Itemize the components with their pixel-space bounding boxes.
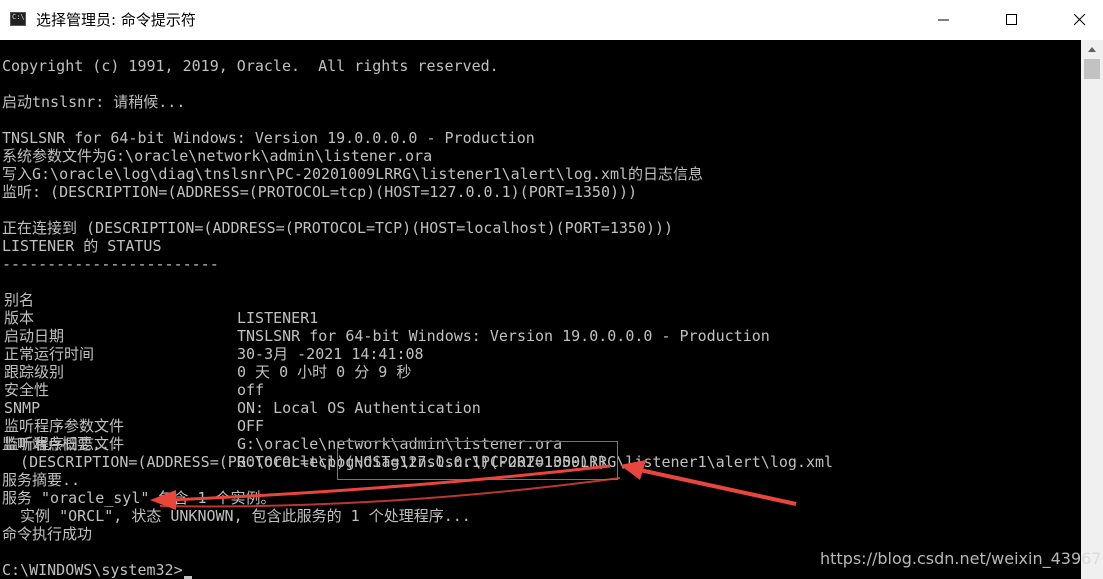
console-line: 服务 "oracle_syl" 包含 1 个实例。 xyxy=(2,489,276,507)
scroll-up-arrow-icon[interactable] xyxy=(1081,40,1103,58)
status-row: 启动日期 30-3月 -2021 14:41:08 xyxy=(2,309,1062,363)
status-row: SNMP OFF xyxy=(2,381,1062,435)
cmd-icon xyxy=(10,12,26,26)
console-separator: ------------------------ xyxy=(2,255,219,273)
status-row: 监听程序日志文件 G:\oracle\log\diag\tnslsnr\PC-2… xyxy=(2,417,1062,471)
minimize-button[interactable] xyxy=(921,0,967,40)
watermark: https://blog.csdn.net/weixin_43967679 xyxy=(820,549,1103,568)
window-title: 选择管理员: 命令提示符 xyxy=(36,11,196,29)
console-line: 实例 "ORCL", 状态 UNKNOWN, 包含此服务的 1 个处理程序... xyxy=(2,507,471,525)
prompt-text: C:\WINDOWS\system32> xyxy=(2,561,183,579)
console-line: 服务摘要.. xyxy=(2,471,81,489)
console-line: 写入G:\oracle\log\diag\tnslsnr\PC-20201009… xyxy=(2,165,704,183)
status-row: 正常运行时间 0 天 0 小时 0 分 9 秒 xyxy=(2,327,1062,381)
close-button[interactable] xyxy=(1057,0,1103,40)
console-line: 命令执行成功 xyxy=(2,525,93,543)
title-bar[interactable]: 选择管理员: 命令提示符 xyxy=(0,0,1103,40)
console-line: 监听端点概要... xyxy=(2,435,120,453)
console-line: Copyright (c) 1991, 2019, Oracle. All ri… xyxy=(2,57,499,75)
status-row: 监听程序参数文件 G:\oracle\network\admin\listene… xyxy=(2,399,1062,453)
minimize-icon xyxy=(938,19,949,21)
status-row: 别名 LISTENER1 xyxy=(2,273,1062,327)
console-line: LISTENER 的 STATUS xyxy=(2,237,162,255)
status-row: 安全性 ON: Local OS Authentication xyxy=(2,363,1062,417)
maximize-icon xyxy=(1006,14,1017,25)
status-row: 版本 TNSLSNR for 64-bit Windows: Version 1… xyxy=(2,291,1062,345)
highlight-box xyxy=(337,441,618,480)
vertical-scrollbar[interactable] xyxy=(1081,40,1103,579)
maximize-button[interactable] xyxy=(989,0,1035,40)
scroll-thumb[interactable] xyxy=(1084,59,1100,79)
console-line: 监听: (DESCRIPTION=(ADDRESS=(PROTOCOL=tcp)… xyxy=(2,183,638,201)
console-output[interactable]: Copyright (c) 1991, 2019, Oracle. All ri… xyxy=(0,40,1081,579)
status-row: 跟踪级别 off xyxy=(2,345,1062,399)
command-prompt[interactable]: C:\WINDOWS\system32> xyxy=(2,561,192,579)
console-line: TNSLSNR for 64-bit Windows: Version 19.0… xyxy=(2,129,535,147)
console-line: 正在连接到 (DESCRIPTION=(ADDRESS=(PROTOCOL=TC… xyxy=(2,219,674,237)
console-line: 启动tnslsnr: 请稍候... xyxy=(2,93,186,111)
close-icon xyxy=(1074,14,1086,26)
console-line: 系统参数文件为G:\oracle\network\admin\listener.… xyxy=(2,147,433,165)
